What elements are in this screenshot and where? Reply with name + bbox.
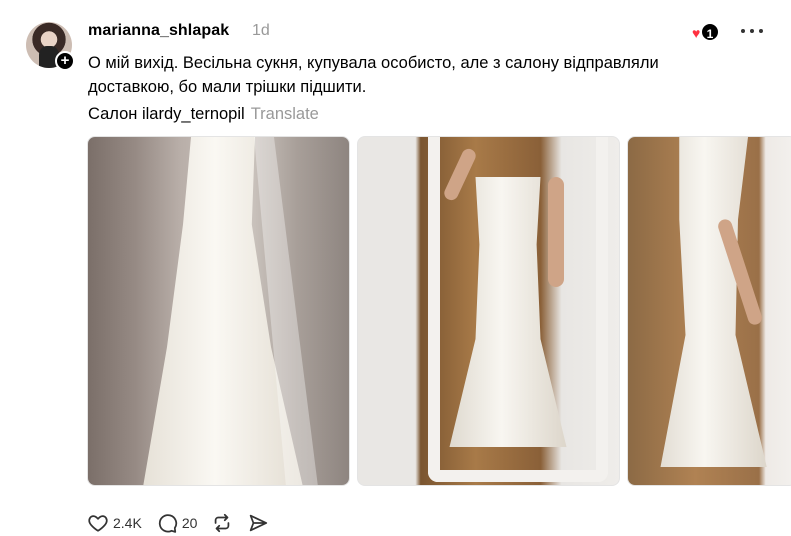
- like-button[interactable]: 2.4K: [87, 512, 142, 534]
- comment-icon: [158, 514, 177, 533]
- post-text-line: Салон ilardy_ternopil Translate: [88, 103, 319, 125]
- share-icon: [250, 514, 268, 532]
- action-bar: 2.4K 20: [87, 510, 283, 536]
- thread-post: + marianna_shlapak 1d ♥ 1 О мій вихід. В…: [0, 0, 791, 536]
- like-count: 2.4K: [113, 515, 142, 531]
- comment-button[interactable]: 20: [156, 512, 198, 534]
- username[interactable]: marianna_shlapak: [88, 22, 229, 40]
- post-text-line: О мій вихід. Весільна сукня, купувала ос…: [88, 54, 659, 72]
- post-time[interactable]: 1d: [252, 22, 270, 40]
- post-photo-3[interactable]: [627, 136, 791, 486]
- post-photo-1[interactable]: [87, 136, 350, 486]
- like-icon: [88, 515, 108, 532]
- more-icon[interactable]: [740, 18, 766, 42]
- repost-icon: [215, 513, 230, 533]
- plus-icon[interactable]: +: [55, 51, 75, 71]
- arm-shape: [548, 177, 564, 287]
- post-photo-2[interactable]: [357, 136, 620, 486]
- repost-button[interactable]: [211, 512, 233, 534]
- share-button[interactable]: [247, 512, 269, 534]
- post-text-line: доставкою, бо мали трішки підшити.: [88, 78, 367, 96]
- comment-count: 20: [181, 515, 198, 531]
- reactions-indicator[interactable]: ♥ 1: [692, 22, 724, 42]
- translate-link[interactable]: Translate: [251, 105, 319, 123]
- salon-mention[interactable]: Салон ilardy_ternopil: [88, 105, 245, 123]
- reaction-count: 1: [700, 22, 720, 42]
- post-text: О мій вихід. Весільна сукня, купувала ос…: [88, 51, 768, 99]
- avatar-container[interactable]: +: [26, 22, 75, 71]
